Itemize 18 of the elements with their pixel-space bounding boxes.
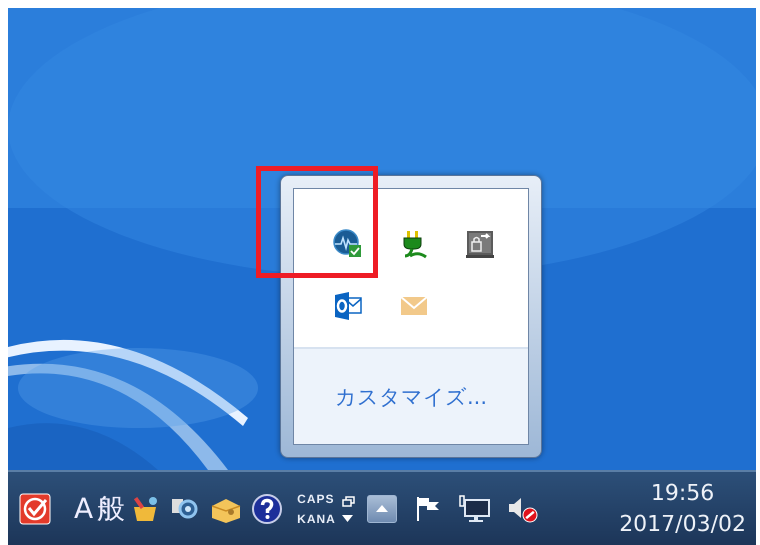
- ime-dictionary-indicator[interactable]: 般: [97, 490, 126, 528]
- computer-lock-icon[interactable]: [465, 229, 495, 259]
- customize-link[interactable]: カスタマイズ...: [334, 382, 488, 410]
- kana-lock-indicator: KANA: [297, 512, 336, 526]
- help-icon[interactable]: [251, 492, 284, 524]
- checkmark-app-icon[interactable]: [18, 492, 52, 526]
- show-hidden-icons-button[interactable]: [366, 494, 397, 522]
- network-icon[interactable]: [458, 494, 491, 524]
- mail-app-icon[interactable]: [333, 291, 363, 321]
- clock-date[interactable]: 2017/03/02: [619, 512, 746, 536]
- caps-lock-indicator: CAPS: [297, 492, 336, 506]
- globe-check-icon[interactable]: [333, 229, 363, 259]
- caret-up-icon: [376, 505, 388, 512]
- clock-time[interactable]: 19:56: [650, 480, 714, 506]
- ime-mode-indicator[interactable]: A: [74, 492, 94, 525]
- dropdown-icon[interactable]: [342, 514, 353, 522]
- restore-icon[interactable]: [342, 496, 355, 506]
- flag-icon[interactable]: [414, 494, 441, 522]
